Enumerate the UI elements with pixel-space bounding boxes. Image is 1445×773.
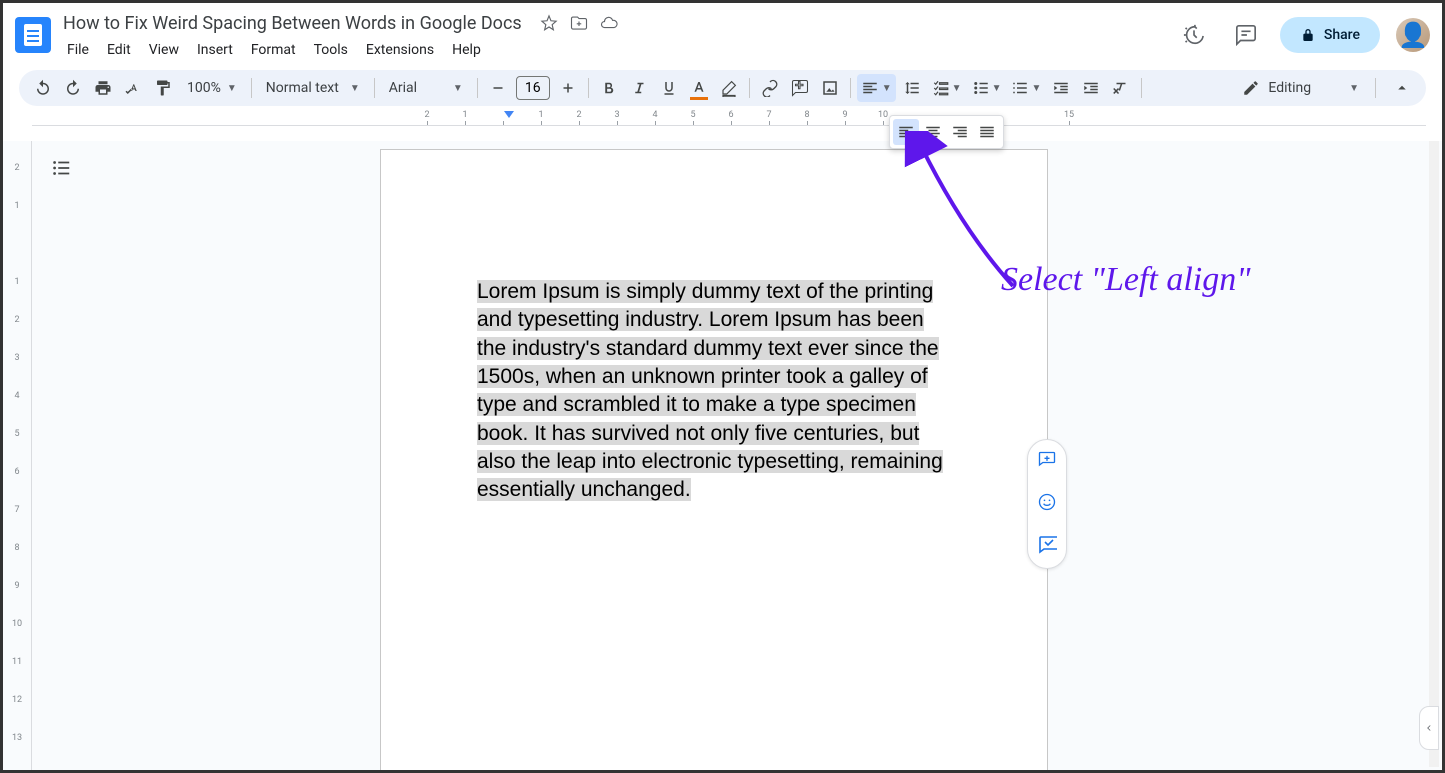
align-button[interactable]: ▼: [857, 74, 896, 102]
menu-edit[interactable]: Edit: [99, 38, 139, 62]
toolbar: 100%▼ Normal text▼ Arial▼ 16 ▼ ▼ ▼ ▼ Edi…: [19, 70, 1426, 106]
add-reaction-side-button[interactable]: [1037, 492, 1057, 516]
print-button[interactable]: [89, 74, 117, 102]
horizontal-ruler[interactable]: 211234567891015: [32, 110, 1426, 126]
vertical-ruler[interactable]: 2112345678910111213: [3, 141, 32, 770]
docs-logo[interactable]: [15, 17, 51, 53]
insert-link-button[interactable]: [756, 74, 784, 102]
history-icon[interactable]: [1176, 17, 1212, 53]
menubar: File Edit View Insert Format Tools Exten…: [59, 38, 1168, 62]
highlight-color-button[interactable]: [715, 74, 743, 102]
align-justify-option[interactable]: [974, 119, 1000, 145]
comments-icon[interactable]: [1228, 17, 1264, 53]
share-label: Share: [1324, 27, 1360, 43]
menu-file[interactable]: File: [59, 38, 97, 62]
editing-mode-button[interactable]: Editing ▼: [1232, 79, 1369, 97]
indent-marker[interactable]: [503, 110, 515, 125]
side-action-pill: [1027, 439, 1067, 569]
pencil-icon: [1242, 79, 1260, 97]
font-select[interactable]: Arial▼: [381, 80, 471, 96]
menu-insert[interactable]: Insert: [189, 38, 241, 62]
line-spacing-button[interactable]: [898, 74, 926, 102]
undo-button[interactable]: [29, 74, 57, 102]
menu-help[interactable]: Help: [444, 38, 489, 62]
font-size-input[interactable]: 16: [516, 76, 550, 100]
zoom-select[interactable]: 100%▼: [179, 80, 245, 96]
menu-tools[interactable]: Tools: [306, 38, 356, 62]
italic-button[interactable]: [625, 74, 653, 102]
menu-format[interactable]: Format: [243, 38, 304, 62]
cloud-status-icon[interactable]: [600, 14, 618, 36]
paragraph-style-select[interactable]: Normal text▼: [258, 80, 368, 96]
star-icon[interactable]: [540, 14, 558, 36]
menu-extensions[interactable]: Extensions: [358, 38, 442, 62]
underline-button[interactable]: [655, 74, 683, 102]
add-comment-side-button[interactable]: [1037, 450, 1057, 474]
bold-button[interactable]: [595, 74, 623, 102]
spellcheck-button[interactable]: [119, 74, 147, 102]
menu-view[interactable]: View: [141, 38, 187, 62]
text-color-button[interactable]: [685, 74, 713, 102]
document-title[interactable]: How to Fix Weird Spacing Between Words i…: [59, 11, 526, 36]
align-left-option[interactable]: [893, 119, 919, 145]
document-page[interactable]: Lorem Ipsum is simply dummy text of the …: [380, 149, 1048, 770]
bulleted-list-button[interactable]: ▼: [968, 74, 1006, 102]
increase-font-size-button[interactable]: [554, 74, 582, 102]
avatar[interactable]: 👤: [1396, 18, 1430, 52]
outline-toggle-button[interactable]: [46, 153, 76, 183]
collapse-toolbar-button[interactable]: [1388, 74, 1416, 102]
decrease-indent-button[interactable]: [1047, 74, 1075, 102]
vertical-scrollbar[interactable]: [1429, 141, 1439, 767]
numbered-list-button[interactable]: ▼: [1007, 74, 1045, 102]
align-center-option[interactable]: [920, 119, 946, 145]
align-dropdown: [889, 115, 1004, 149]
checklist-button[interactable]: ▼: [928, 74, 966, 102]
suggest-edits-side-button[interactable]: [1037, 534, 1057, 558]
side-panel-toggle[interactable]: [1419, 706, 1439, 750]
increase-indent-button[interactable]: [1077, 74, 1105, 102]
document-body-text[interactable]: Lorem Ipsum is simply dummy text of the …: [477, 280, 943, 501]
insert-image-button[interactable]: [816, 74, 844, 102]
move-icon[interactable]: [570, 14, 588, 36]
paint-format-button[interactable]: [149, 74, 177, 102]
decrease-font-size-button[interactable]: [484, 74, 512, 102]
clear-formatting-button[interactable]: [1107, 74, 1135, 102]
add-comment-button[interactable]: [786, 74, 814, 102]
share-button[interactable]: Share: [1280, 17, 1380, 53]
align-right-option[interactable]: [947, 119, 973, 145]
lock-icon: [1300, 27, 1316, 43]
redo-button[interactable]: [59, 74, 87, 102]
